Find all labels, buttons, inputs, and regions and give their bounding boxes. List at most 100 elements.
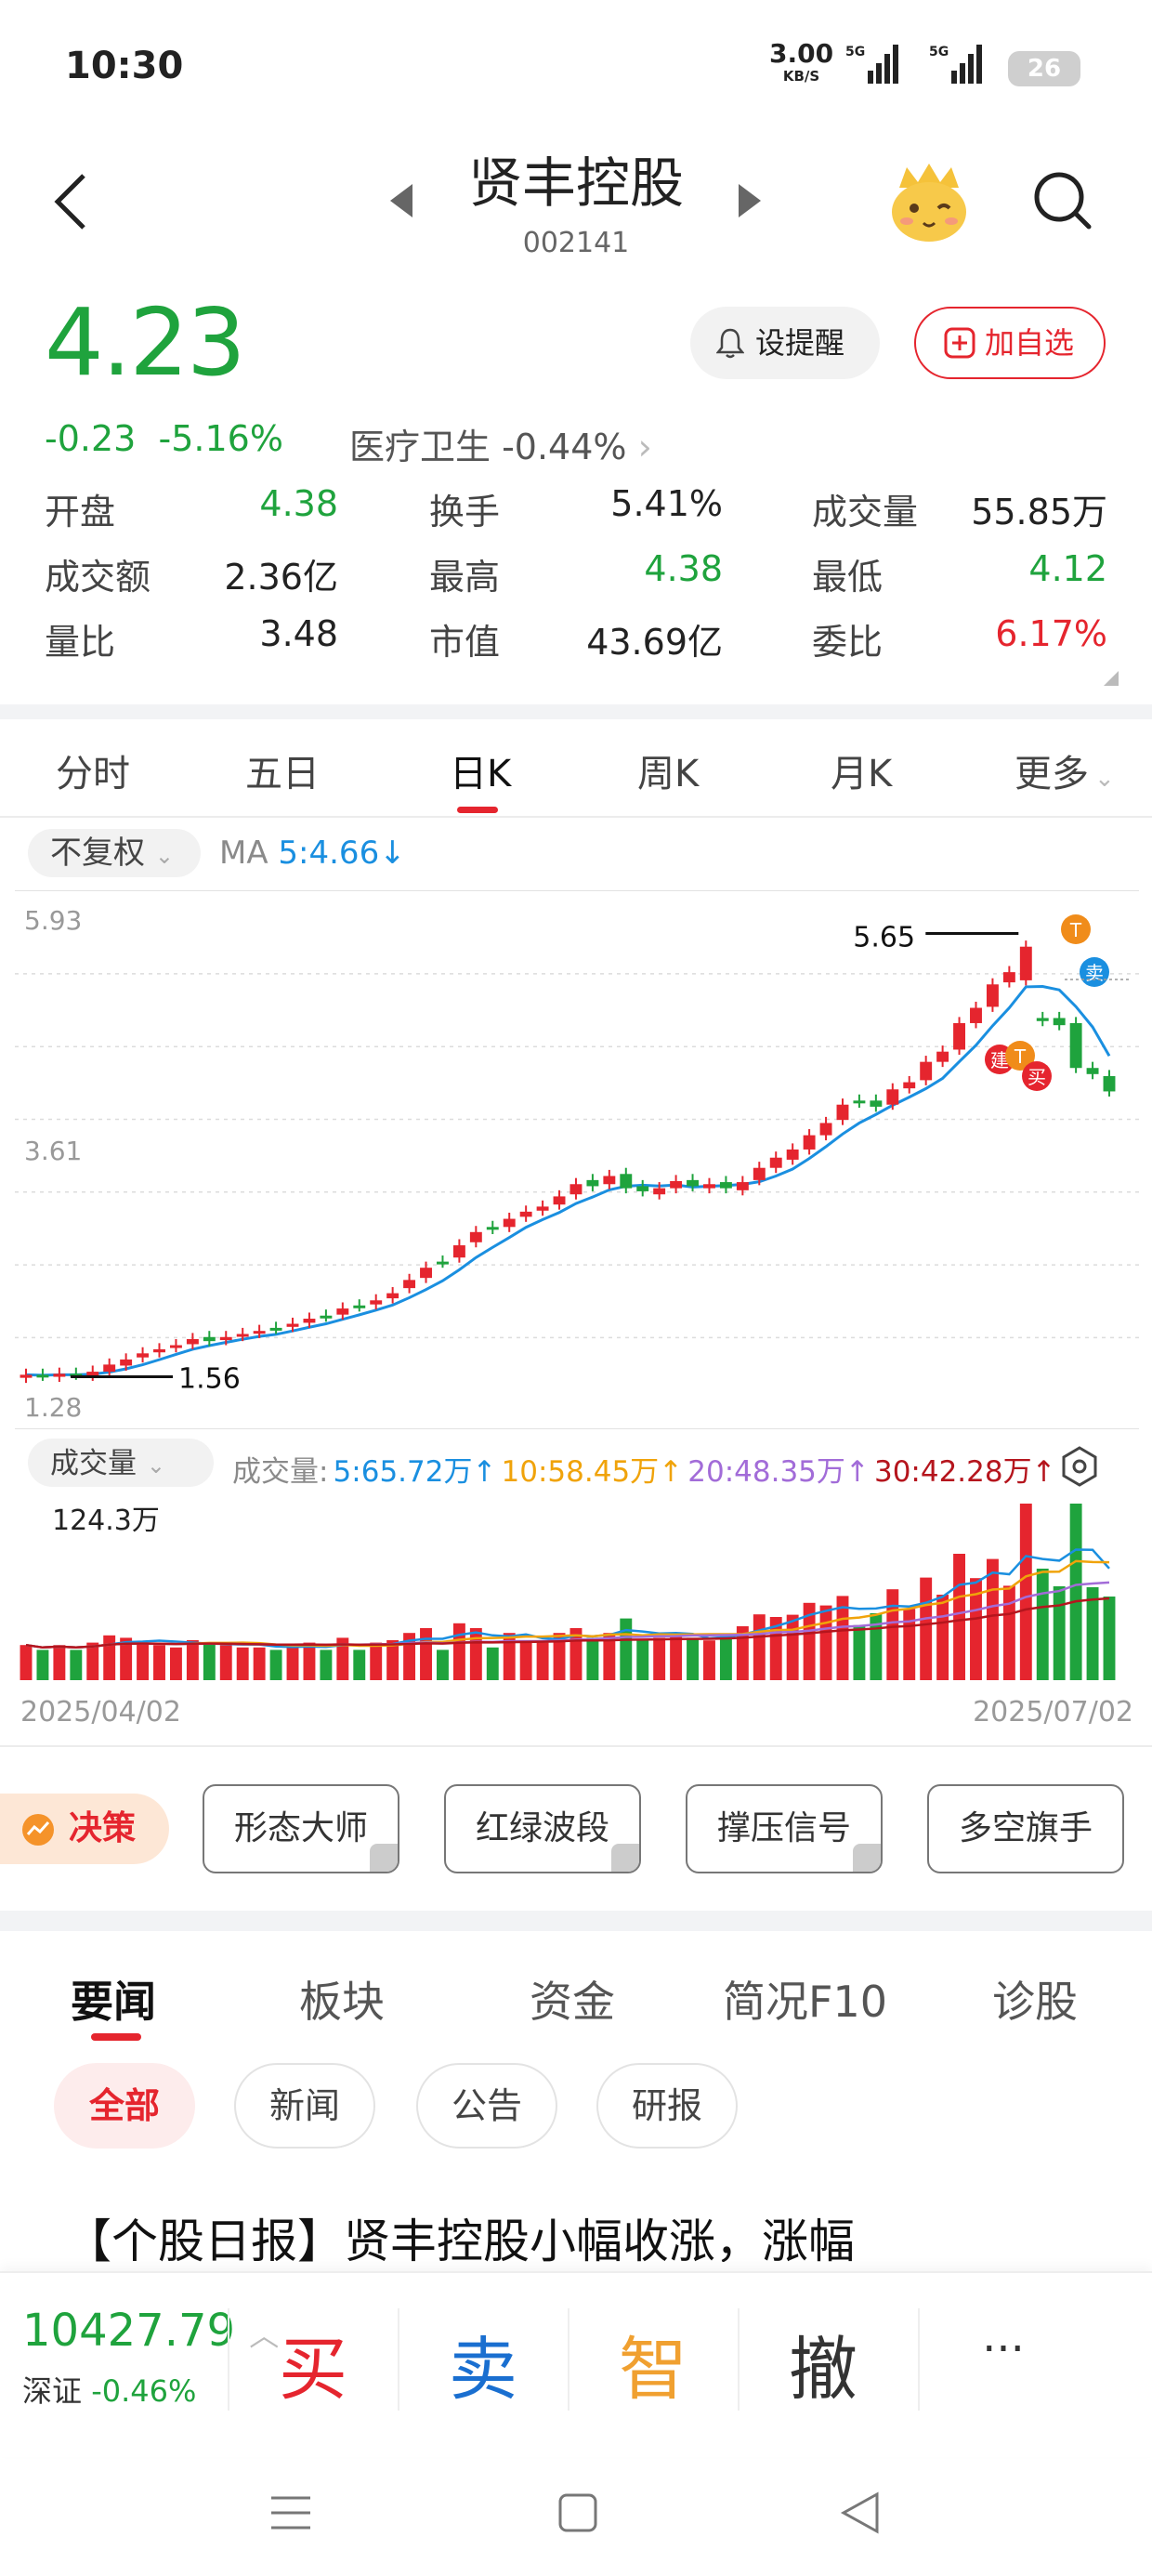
adjust-dropdown[interactable]: 不复权 ⌄ [28,829,201,877]
candle [286,1323,299,1327]
news-tab-0[interactable]: 要闻 [71,1968,156,2030]
y-mid-label: 3.61 [24,1136,82,1166]
status-time: 10:30 [65,45,184,87]
candle [153,1348,165,1353]
news-tab-3[interactable]: 简况F10 [723,1968,887,2030]
expand-corner-icon[interactable] [1104,671,1119,686]
volume-bar [586,1637,599,1680]
volume-bar [53,1645,66,1680]
trade-button-4[interactable]: ··· [948,2323,1059,2375]
x-start-label: 2025/04/02 [20,1696,181,1728]
strategy-button-3[interactable]: 多空旗手 [927,1784,1124,1873]
system-nav-bar [0,2457,1152,2576]
strategy-button-1[interactable]: 红绿波段 [444,1784,641,1873]
divider [228,2308,229,2411]
candle [1002,972,1015,983]
volume-bar [103,1635,116,1680]
decision-icon [22,1814,54,1846]
mascot-avatar-icon[interactable] [886,160,972,245]
news-tab-4[interactable]: 诊股 [992,1968,1078,2030]
sector-link[interactable]: 医疗卫生 -0.44% › [349,418,652,469]
index-name: 深证 -0.46% [22,2373,197,2409]
home-icon[interactable] [557,2492,598,2533]
menu-icon[interactable] [269,2492,312,2533]
search-icon[interactable] [1029,167,1094,232]
candle [137,1353,150,1358]
volume-bar [1019,1504,1032,1680]
candle [1103,1076,1116,1092]
candle [253,1331,266,1334]
trade-button-0[interactable]: 买 [257,2314,369,2413]
stat-value: 3.48 [259,613,338,654]
candle [1036,1018,1049,1021]
battery-icon: 26 [1008,51,1080,86]
candle [53,1373,66,1377]
decision-badge[interactable]: 决策 [0,1794,169,1864]
news-filter-0[interactable]: 全部 [54,2063,195,2149]
candle [219,1336,232,1341]
news-tab-2[interactable]: 资金 [530,1968,615,2030]
candle [437,1261,449,1265]
news-filter-3[interactable]: 研报 [596,2063,738,2149]
volume-bar [536,1642,549,1680]
volume-bar [753,1614,766,1680]
add-watchlist-button[interactable]: 加自选 [914,307,1106,379]
candlestick-chart[interactable]: 5.933.611.285.651.56T卖建 T买 [15,890,1139,1429]
news-headline[interactable]: 【个股日报】贤丰控股小幅收涨，涨幅 [65,2204,1124,2262]
candle [753,1167,766,1180]
candle [1086,1068,1099,1074]
volume-header: 成交量 ⌄ 成交量: 5:65.72万↑ 10:58.45万↑ 20:48.35… [0,1439,1152,1494]
trade-button-1[interactable]: 卖 [427,2314,539,2413]
stat-value: 43.69亿 [586,622,723,663]
candle [486,1227,499,1230]
tab-1[interactable]: 五日 [245,743,320,797]
candle [886,1089,899,1105]
news-filter-2[interactable]: 公告 [416,2063,557,2149]
index-value[interactable]: 10427.79 ︿ [22,2305,279,2357]
volume-bar [286,1645,299,1680]
next-stock-icon[interactable] [739,184,761,217]
trade-button-3[interactable]: 撤 [767,2314,879,2413]
news-filter-1[interactable]: 新闻 [234,2063,375,2149]
candle [386,1293,399,1299]
volume-bar [469,1628,482,1680]
tab-0[interactable]: 分时 [56,743,130,797]
strategy-button-0[interactable]: 形态大师 [203,1784,399,1873]
tab-4[interactable]: 月K [831,743,892,797]
ma-indicator: MA 5:4.66↓ [219,835,406,872]
stock-name: 贤丰控股 [467,151,684,215]
section-divider [0,704,1152,719]
ma5-line [25,984,1111,1377]
back-nav-icon[interactable] [840,2491,881,2535]
settings-hexagon-icon[interactable] [1061,1446,1098,1487]
candle [519,1211,532,1217]
candle [1019,946,1032,980]
min-marker-label: 1.56 [178,1363,241,1396]
tab-2[interactable]: 日K [450,743,511,797]
tab-5[interactable]: 更多 ⌄ [1015,743,1115,797]
volume-bar [186,1640,199,1680]
volume-bar [653,1637,666,1680]
volume-bar [219,1645,232,1680]
divider [918,2308,920,2411]
set-alert-button[interactable]: 设提醒 [690,307,880,379]
volume-bar [253,1647,266,1680]
candle [970,1007,982,1023]
volume-bar [703,1640,715,1680]
current-price: 4.23 [45,288,246,397]
candle [870,1100,883,1107]
strategy-button-2[interactable]: 撑压信号 [686,1784,883,1873]
status-bar: 10:30 3.00 KB/S 5G 5G 26 [0,0,1152,130]
candle [370,1300,383,1305]
volume-bar [269,1649,282,1680]
tab-3[interactable]: 周K [637,743,699,797]
volume-dropdown[interactable]: 成交量 ⌄ [28,1439,214,1487]
candle [469,1231,482,1242]
volume-bar [70,1649,83,1680]
candle [687,1179,699,1187]
active-tab-indicator [457,807,498,813]
candle [586,1179,599,1187]
stat-value: 6.17% [995,613,1107,654]
news-tab-1[interactable]: 板块 [299,1968,385,2030]
trade-button-2[interactable]: 智 [597,2314,709,2413]
